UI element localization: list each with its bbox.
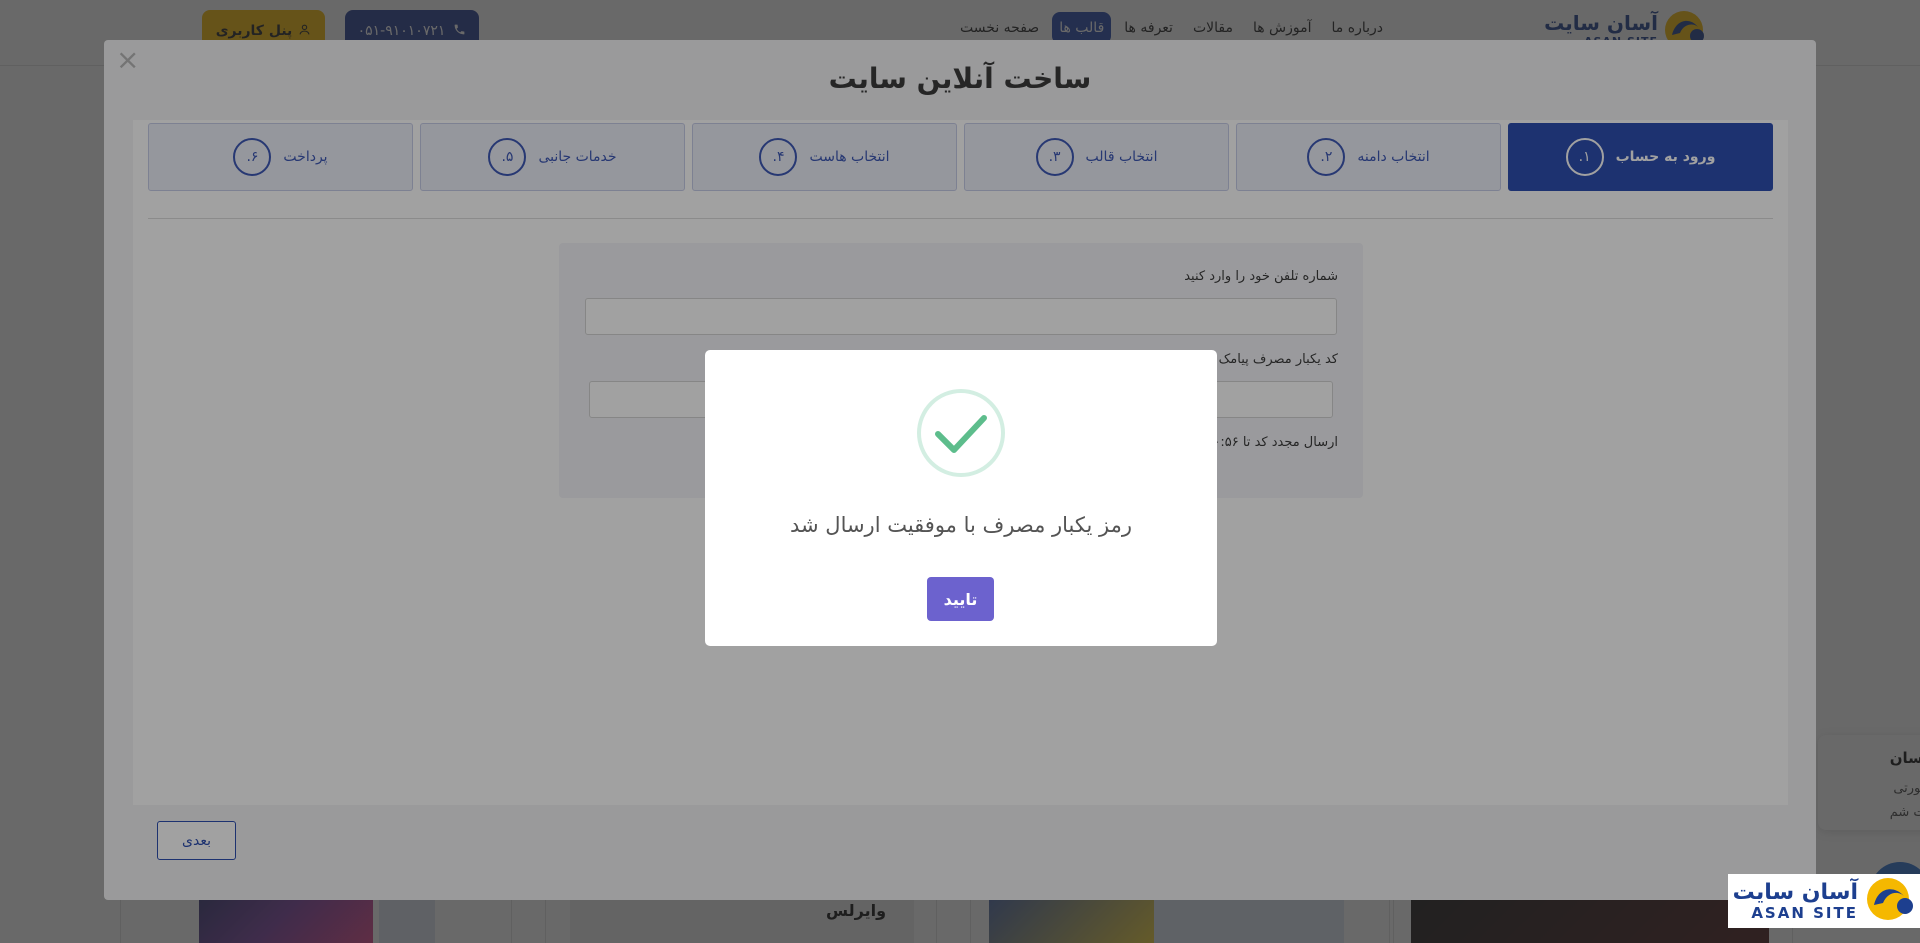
success-alert-dialog: رمز یکبار مصرف با موفقیت ارسال شد تایید	[705, 350, 1217, 646]
logo-name-fa: آسان سایت	[1732, 879, 1858, 905]
alert-message: رمز یکبار مصرف با موفقیت ارسال شد	[790, 513, 1132, 537]
confirm-button[interactable]: تایید	[927, 577, 994, 621]
success-check-icon	[916, 388, 1006, 478]
logo-name-en: ASAN SITE	[1751, 903, 1858, 922]
floating-logo[interactable]: آسان سایت ASAN SITE	[1728, 874, 1920, 928]
logo-mark-icon	[1864, 875, 1916, 927]
